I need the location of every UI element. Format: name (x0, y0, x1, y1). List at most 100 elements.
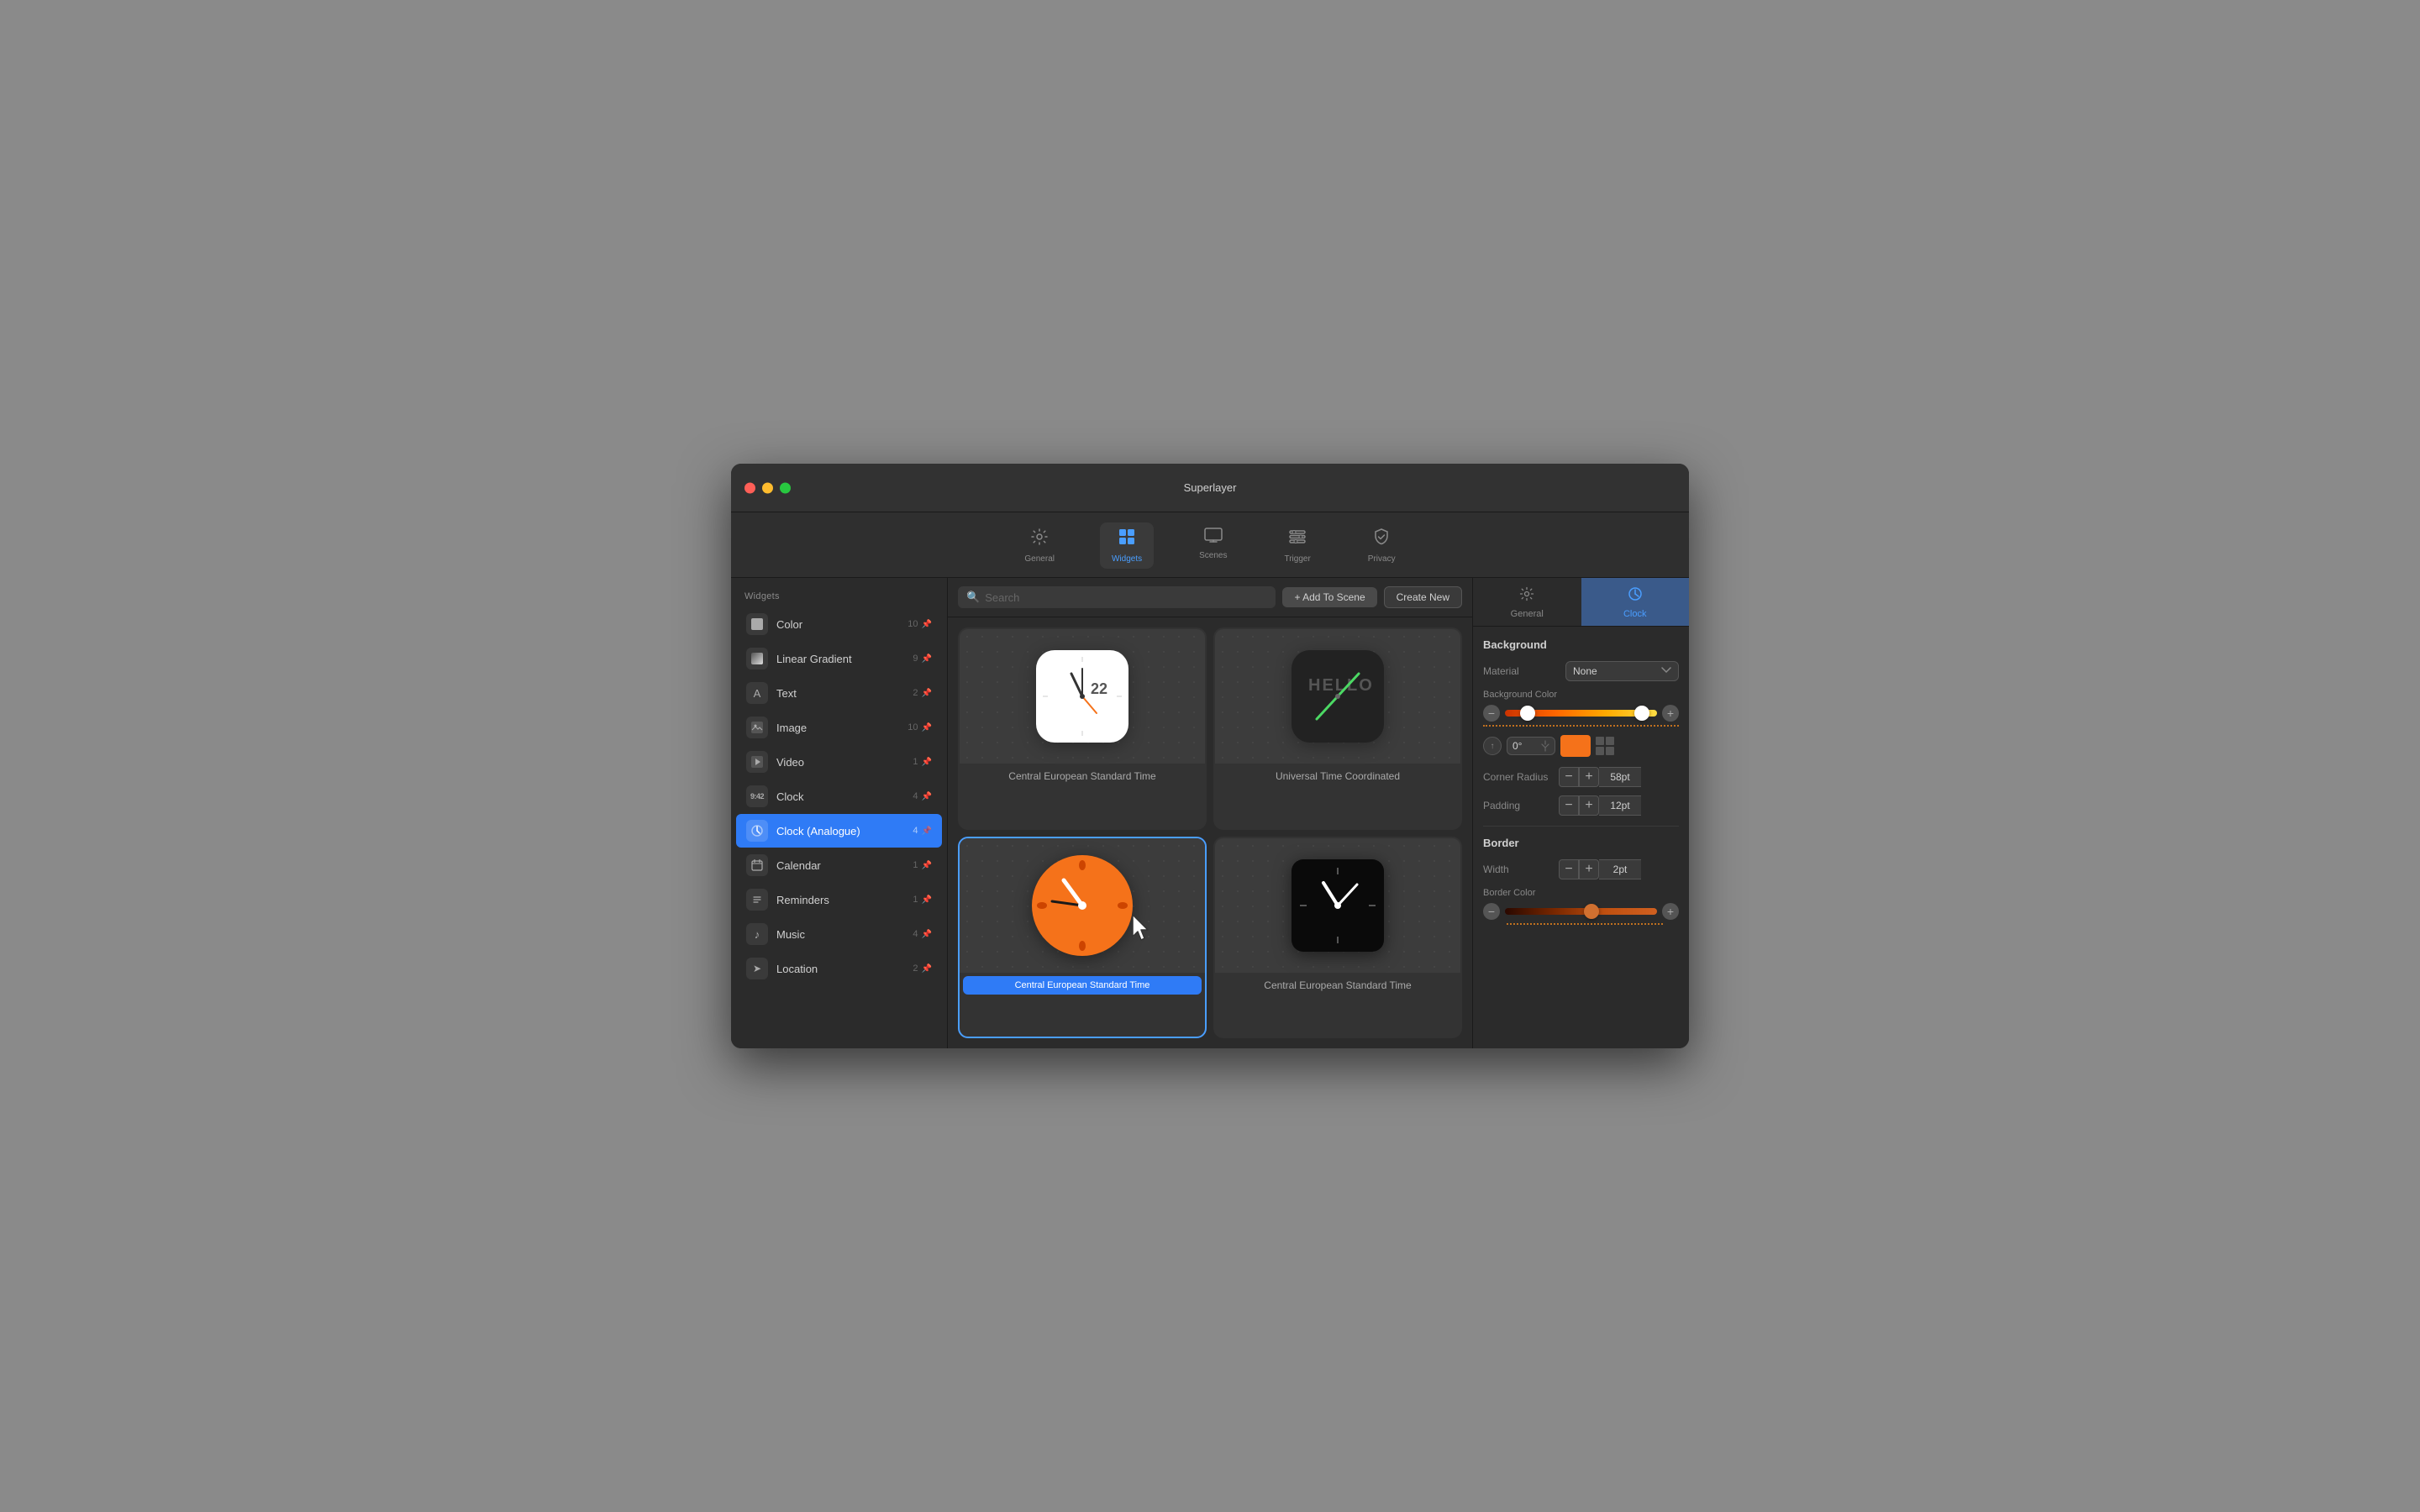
toolbar-widgets-label: Widgets (1112, 554, 1142, 564)
corner-radius-label: Corner Radius (1483, 771, 1559, 783)
border-color-plus-btn[interactable]: + (1662, 903, 1679, 920)
text-icon: A (746, 682, 768, 704)
sidebar-video-count: 1 (913, 757, 918, 767)
sidebar-item-color[interactable]: Color 10 📌 (736, 607, 942, 641)
search-icon: 🔍 (966, 591, 980, 604)
search-input[interactable] (985, 591, 1267, 604)
sidebar-item-image[interactable]: Image 10 📌 (736, 711, 942, 744)
sidebar-item-linear-gradient[interactable]: Linear Gradient 9 📌 (736, 642, 942, 675)
widget-card-2[interactable]: HELLO Universal Time Coordinated (1213, 627, 1462, 830)
right-panel: General Clock Background (1472, 578, 1689, 1048)
clock-dark: HELLO (1292, 650, 1384, 743)
widget-card-4[interactable]: Central European Standard Time (1213, 837, 1462, 1039)
widget-preview-1: 22 (960, 629, 1205, 764)
sidebar-item-clock-analogue[interactable]: Clock (Analogue) 4 📌 (736, 814, 942, 848)
border-width-value: 2pt (1599, 859, 1641, 879)
image-icon (746, 717, 768, 738)
gradient-icon (746, 648, 768, 669)
toolbar-trigger-label: Trigger (1284, 554, 1310, 564)
music-icon: ♪ (746, 923, 768, 945)
search-box[interactable]: 🔍 (958, 586, 1276, 608)
calendar-icon (746, 854, 768, 876)
bg-color-plus-btn[interactable]: + (1662, 705, 1679, 722)
bg-color-left-thumb[interactable] (1520, 706, 1535, 721)
color-swatch[interactable] (1560, 735, 1591, 757)
pin-icon-reminders: 📌 (922, 895, 932, 905)
clock-orange (1032, 855, 1133, 956)
angle-input[interactable]: 0° (1507, 737, 1555, 755)
pin-icon-music: 📌 (922, 930, 932, 939)
panel-clock-label: Clock (1623, 609, 1647, 619)
sidebar-image-count: 10 (908, 722, 918, 732)
bg-color-minus-btn[interactable]: − (1483, 705, 1500, 722)
widget-preview-3 (960, 838, 1205, 973)
pin-icon-video: 📌 (922, 758, 932, 767)
select-arrow-icon (1661, 667, 1671, 676)
sidebar-music-label: Music (776, 928, 913, 941)
corner-radius-value: 58pt (1599, 767, 1641, 787)
sidebar-location-count: 2 (913, 963, 918, 974)
reminders-icon (746, 889, 768, 911)
sidebar-clock-label: Clock (776, 790, 913, 803)
maximize-button[interactable] (780, 482, 791, 493)
material-select[interactable]: None (1565, 661, 1679, 681)
panel-tab-general[interactable]: General (1473, 578, 1581, 626)
panel-general-label: General (1511, 609, 1544, 619)
sidebar-item-text[interactable]: A Text 2 📌 (736, 676, 942, 710)
angle-circle-btn[interactable]: ↑ (1483, 737, 1502, 755)
border-color-thumb[interactable] (1584, 904, 1599, 919)
toolbar-item-widgets[interactable]: Widgets (1100, 522, 1154, 569)
sidebar-item-music[interactable]: ♪ Music 4 📌 (736, 917, 942, 951)
titlebar: Superlayer (731, 464, 1689, 512)
add-to-scene-button[interactable]: + Add To Scene (1282, 587, 1376, 607)
grid-icon[interactable] (1596, 737, 1614, 755)
sidebar-calendar-label: Calendar (776, 859, 913, 872)
toolbar-item-general[interactable]: General (1013, 522, 1066, 569)
widgets-icon (1118, 528, 1136, 551)
color-icon (746, 613, 768, 635)
border-width-minus[interactable]: − (1559, 859, 1579, 879)
bg-color-right-thumb[interactable] (1634, 706, 1649, 721)
toolbar-item-scenes[interactable]: Scenes (1187, 522, 1239, 569)
sidebar-video-label: Video (776, 756, 913, 769)
content-area: 🔍 + Add To Scene Create New (948, 578, 1472, 1048)
scenes-icon (1204, 528, 1223, 548)
widget-card-1[interactable]: 22 Central European Standard Time (958, 627, 1207, 830)
sidebar-color-label: Color (776, 618, 908, 631)
create-new-button[interactable]: Create New (1384, 586, 1462, 608)
widget-card-3[interactable]: Central European Standard Time (958, 837, 1207, 1039)
sidebar-item-video[interactable]: Video 1 📌 (736, 745, 942, 779)
close-button[interactable] (744, 482, 755, 493)
sidebar: Widgets Color 10 📌 Linear Gradient 9 📌 (731, 578, 948, 1048)
angle-value: 0° (1512, 740, 1522, 752)
traffic-lights (744, 482, 791, 493)
sidebar-item-location[interactable]: ➤ Location 2 📌 (736, 952, 942, 985)
sidebar-text-count: 2 (913, 688, 918, 698)
pin-icon-gradient: 📌 (922, 654, 932, 664)
sidebar-clock-analogue-count: 4 (913, 826, 918, 836)
sidebar-item-reminders[interactable]: Reminders 1 📌 (736, 883, 942, 916)
sidebar-clock-count: 4 (913, 791, 918, 801)
toolbar-general-label: General (1024, 554, 1055, 564)
widget-preview-2: HELLO (1215, 629, 1460, 764)
sidebar-location-label: Location (776, 963, 913, 975)
border-color-minus-btn[interactable]: − (1483, 903, 1500, 920)
border-width-plus[interactable]: + (1579, 859, 1599, 879)
padding-plus[interactable]: + (1579, 795, 1599, 816)
panel-tabs: General Clock (1473, 578, 1689, 627)
main-toolbar: General Widgets S (731, 512, 1689, 578)
panel-tab-clock[interactable]: Clock (1581, 578, 1690, 626)
minimize-button[interactable] (762, 482, 773, 493)
corner-radius-minus[interactable]: − (1559, 767, 1579, 787)
sidebar-item-clock[interactable]: 9:42 Clock 4 📌 (736, 780, 942, 813)
corner-radius-plus[interactable]: + (1579, 767, 1599, 787)
toolbar-item-trigger[interactable]: Trigger (1272, 522, 1322, 569)
widget-label-2: Universal Time Coordinated (1215, 764, 1460, 789)
sidebar-item-calendar[interactable]: Calendar 1 📌 (736, 848, 942, 882)
sidebar-gradient-label: Linear Gradient (776, 653, 913, 665)
padding-minus[interactable]: − (1559, 795, 1579, 816)
gear-icon (1030, 528, 1049, 551)
trigger-icon (1288, 528, 1307, 551)
toolbar-item-privacy[interactable]: Privacy (1356, 522, 1407, 569)
panel-clock-icon (1628, 586, 1643, 606)
